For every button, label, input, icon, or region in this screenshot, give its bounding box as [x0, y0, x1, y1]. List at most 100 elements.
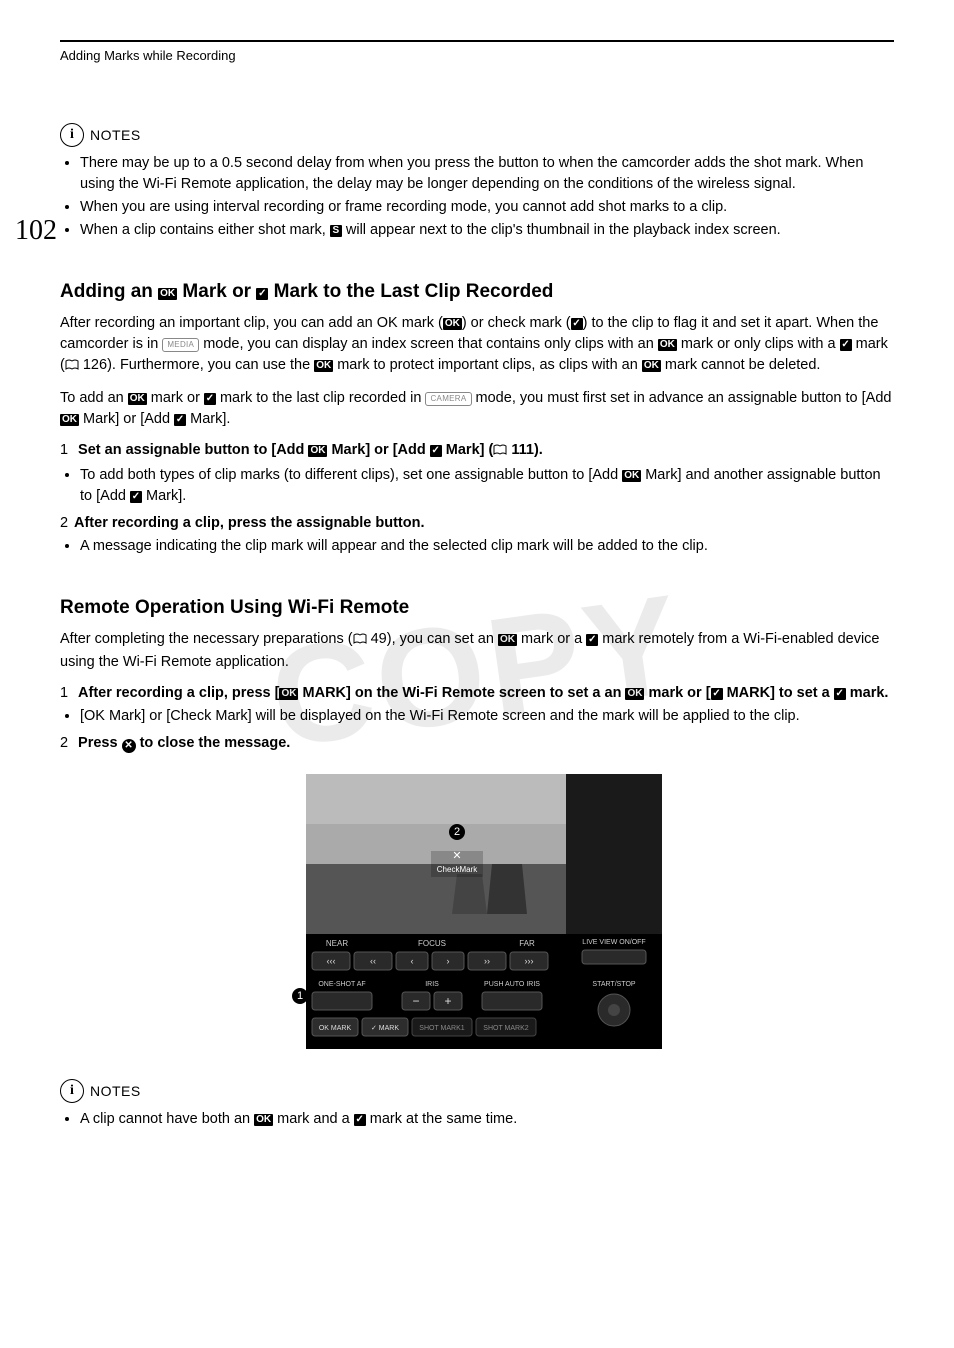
- page-number: 102: [15, 215, 57, 247]
- body-text: mark or only clips with a: [677, 336, 840, 352]
- body-text: mark or a: [517, 631, 586, 647]
- svg-text:+: +: [444, 994, 451, 1008]
- body-text: mark to protect important clips, as clip…: [333, 357, 642, 373]
- note-text: will appear next to the clip's thumbnail…: [342, 222, 781, 238]
- heading-text: Adding an: [60, 281, 158, 302]
- svg-text:LIVE VIEW ON/OFF: LIVE VIEW ON/OFF: [582, 939, 645, 946]
- wifi-remote-svg: ✕ CheckMark 2 LIVE VIEW ON/OFF START/STO…: [292, 774, 662, 1049]
- body-text: mark to the last clip recorded in: [216, 390, 426, 406]
- svg-text:✕: ✕: [452, 850, 461, 862]
- ok-mark-icon: OK: [498, 634, 517, 646]
- svg-text:SHOT MARK1: SHOT MARK1: [419, 1025, 464, 1032]
- book-ref-icon: [65, 357, 79, 378]
- wifi-remote-screenshot: ✕ CheckMark 2 LIVE VIEW ON/OFF START/STO…: [292, 774, 662, 1049]
- step-sublist: [OK Mark] or [Check Mark] will be displa…: [60, 706, 894, 727]
- media-mode-icon: MEDIA: [162, 338, 199, 352]
- check-mark-icon: ✓: [174, 414, 186, 426]
- body-text: 49), you can set an: [367, 631, 498, 647]
- section-heading-wifi-remote: Remote Operation Using Wi-Fi Remote: [60, 597, 894, 619]
- check-mark-icon: ✓: [586, 634, 598, 646]
- check-mark-icon: ✓: [204, 393, 216, 405]
- step-text: Press: [78, 735, 122, 751]
- note-item: There may be up to a 0.5 second delay fr…: [80, 153, 894, 195]
- body-paragraph: To add an OK mark or ✓ mark to the last …: [60, 388, 894, 430]
- body-text: mode, you must first set in advance an a…: [472, 390, 892, 406]
- header-rule: [60, 40, 894, 42]
- svg-text:SHOT MARK2: SHOT MARK2: [483, 1025, 528, 1032]
- svg-text:ONE-SHOT AF: ONE-SHOT AF: [318, 981, 365, 988]
- step-text: After recording a clip, press [: [78, 685, 279, 701]
- svg-text:PUSH AUTO IRIS: PUSH AUTO IRIS: [484, 981, 540, 988]
- ok-mark-icon: OK: [658, 339, 677, 351]
- body-text: ) or check mark (: [462, 315, 571, 331]
- s-mark-icon: S: [330, 225, 342, 237]
- step-subitem: A message indicating the clip mark will …: [80, 536, 894, 557]
- step-subitem: [OK Mark] or [Check Mark] will be displa…: [80, 706, 894, 727]
- numbered-step-2-remote: 2 Press ✕ to close the message.: [60, 733, 894, 754]
- notes-list-2: A clip cannot have both an OK mark and a…: [60, 1109, 894, 1130]
- step-text: Mark] (: [442, 442, 494, 458]
- heading-text: Mark to the Last Clip Recorded: [268, 281, 553, 302]
- check-mark-icon: ✓: [571, 318, 583, 330]
- ok-mark-icon: OK: [625, 688, 644, 700]
- info-icon: [60, 123, 84, 147]
- svg-text:1: 1: [297, 990, 303, 1002]
- ok-mark-icon: OK: [642, 360, 661, 372]
- book-ref-icon: [353, 631, 367, 652]
- note-text: mark and a: [273, 1111, 354, 1127]
- check-mark-icon: ✓: [834, 688, 846, 700]
- step-subitem: To add both types of clip marks (to diff…: [80, 465, 894, 507]
- note-text: A clip cannot have both an: [80, 1111, 254, 1127]
- check-mark-icon: ✓: [130, 491, 142, 503]
- ok-mark-icon: OK: [314, 360, 333, 372]
- body-text: Mark].: [186, 411, 230, 427]
- notes-list-1: There may be up to a 0.5 second delay fr…: [60, 153, 894, 241]
- check-mark-icon: ✓: [430, 445, 442, 457]
- ok-mark-icon: OK: [254, 1114, 273, 1126]
- ok-mark-icon: OK: [158, 288, 177, 300]
- svg-text:‹‹: ‹‹: [370, 956, 376, 966]
- svg-text:NEAR: NEAR: [326, 939, 348, 948]
- step-text: mark or [: [644, 685, 710, 701]
- body-text: Mark].: [142, 488, 186, 504]
- numbered-step-1: 1 Set an assignable button to [Add OK Ma…: [60, 440, 894, 463]
- body-text: After completing the necessary preparati…: [60, 631, 353, 647]
- check-mark-icon: ✓: [354, 1114, 366, 1126]
- svg-text:2: 2: [454, 826, 460, 838]
- svg-text:‹‹‹: ‹‹‹: [327, 956, 336, 966]
- numbered-step-1-remote: 1 After recording a clip, press [OK MARK…: [60, 683, 894, 704]
- svg-text:−: −: [412, 994, 419, 1008]
- info-icon: [60, 1079, 84, 1103]
- svg-text:‹: ‹: [411, 956, 414, 966]
- ok-mark-icon: OK: [622, 470, 641, 482]
- svg-text:IRIS: IRIS: [425, 981, 439, 988]
- step-text: 111).: [507, 442, 542, 458]
- ok-mark-icon: OK: [443, 318, 462, 330]
- svg-text:›: ›: [447, 956, 450, 966]
- step-text: Mark] or [Add: [327, 442, 429, 458]
- note-text: When a clip contains either shot mark,: [80, 222, 330, 238]
- step-text: After recording a clip, press the assign…: [74, 515, 425, 531]
- page-container: Adding Marks while Recording 102 COPY NO…: [0, 0, 954, 1188]
- svg-text:›››: ›››: [525, 956, 534, 966]
- step-text: Set an assignable button to [Add: [78, 442, 308, 458]
- body-text: mark or: [147, 390, 204, 406]
- check-mark-icon: ✓: [256, 288, 268, 300]
- close-icon: ✕: [122, 739, 136, 753]
- body-text: mode, you can display an index screen th…: [199, 336, 658, 352]
- running-header: Adding Marks while Recording: [60, 48, 894, 63]
- step-text: MARK] to set a: [723, 685, 834, 701]
- notes-label-1: NOTES: [90, 127, 141, 143]
- svg-text:FOCUS: FOCUS: [418, 939, 446, 948]
- notes-label-2: NOTES: [90, 1083, 141, 1099]
- notes-header-1: NOTES: [60, 123, 894, 147]
- body-text: After recording an important clip, you c…: [60, 315, 443, 331]
- step-sublist: To add both types of clip marks (to diff…: [60, 465, 894, 507]
- body-text: To add both types of clip marks (to diff…: [80, 467, 622, 483]
- body-text: mark cannot be deleted.: [661, 357, 821, 373]
- step-text: mark.: [846, 685, 889, 701]
- body-text: 126). Furthermore, you can use the: [79, 357, 314, 373]
- body-paragraph: After completing the necessary preparati…: [60, 629, 894, 673]
- check-mark-icon: ✓: [711, 688, 723, 700]
- ok-mark-icon: OK: [279, 688, 298, 700]
